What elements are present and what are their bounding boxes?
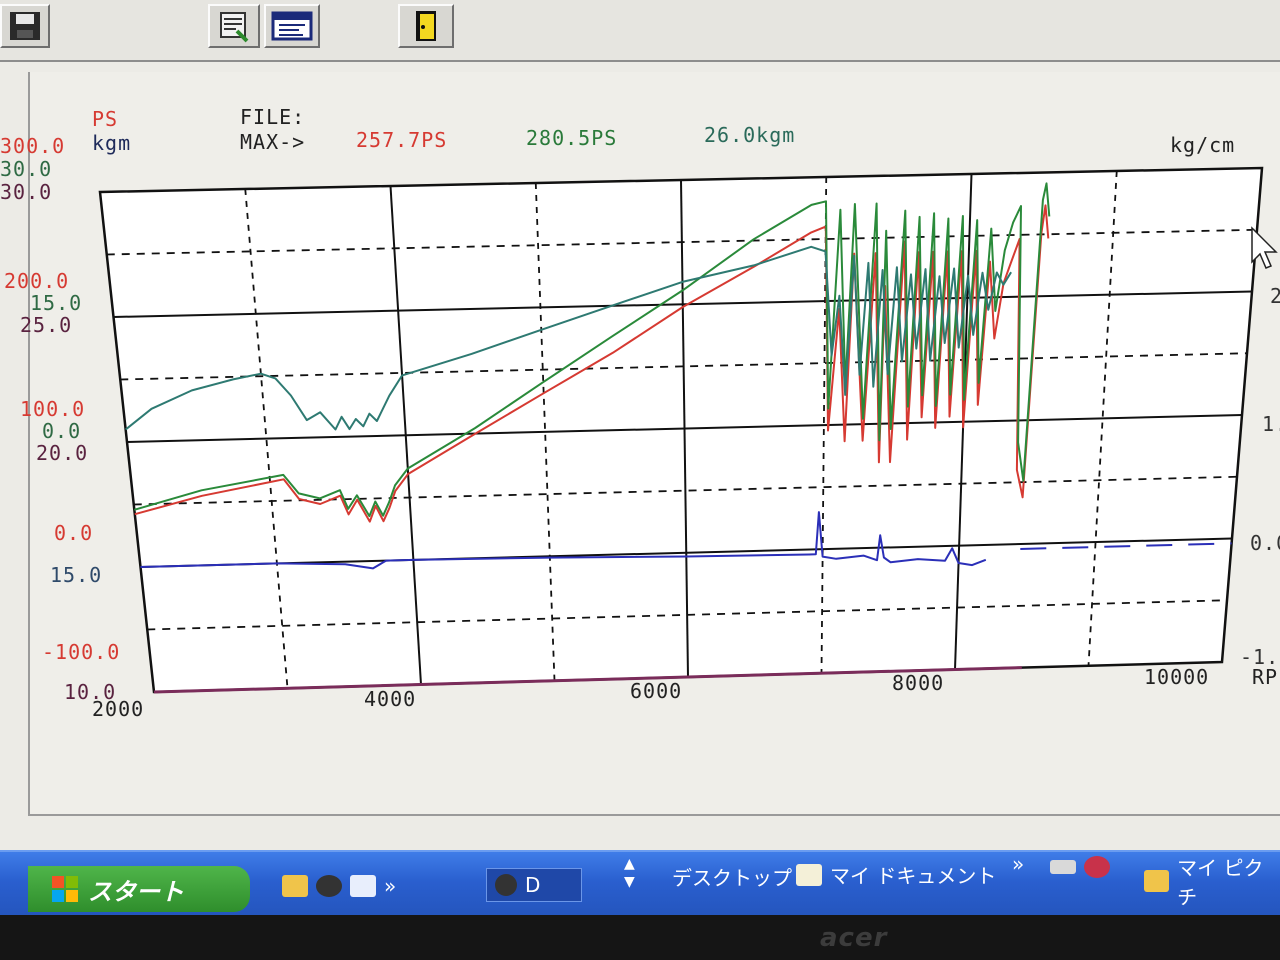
ps-unit-label: PS bbox=[92, 107, 118, 131]
x-tick-label: 6000 bbox=[630, 679, 682, 703]
tray-icons[interactable] bbox=[1050, 856, 1110, 878]
my-pictures-link[interactable]: マイ ピクチ bbox=[1144, 852, 1280, 910]
left-tick: 100.0 bbox=[20, 397, 85, 421]
right-tick: 0.0 bbox=[1250, 531, 1280, 555]
left-tick: 25.0 bbox=[20, 313, 72, 337]
taskbar-app-label: D bbox=[525, 873, 541, 897]
app-wheel-icon[interactable] bbox=[316, 875, 342, 897]
right-tick: 2 bbox=[1270, 284, 1280, 308]
pictures-folder-icon bbox=[1144, 870, 1170, 892]
desktop-link[interactable]: デスクトップ bbox=[672, 862, 792, 891]
my-documents-label: マイ ドキュメント bbox=[830, 864, 997, 888]
left-tick: -100.0 bbox=[42, 640, 120, 664]
max-kgm-value: 26.0kgm bbox=[704, 123, 795, 147]
dyno-app-window: PS kgm FILE: MAX-> 257.7PS 280.5PS 26.0k… bbox=[0, 0, 1280, 915]
windows-logo-icon bbox=[52, 876, 78, 902]
max-label: MAX-> bbox=[240, 130, 305, 154]
left-tick: 300.0 bbox=[0, 134, 65, 158]
chevron-up-icon[interactable]: ▲ bbox=[624, 856, 635, 872]
dyno-app-icon bbox=[495, 874, 517, 896]
toolbar-scroll[interactable]: ▲ ▼ bbox=[624, 856, 635, 890]
my-documents-link[interactable]: マイ ドキュメント bbox=[796, 860, 996, 889]
left-tick: 15.0 bbox=[30, 291, 82, 315]
chevron-down-icon[interactable]: ▼ bbox=[624, 874, 635, 890]
x-unit-label: RP bbox=[1252, 665, 1278, 689]
x-tick-label: 2000 bbox=[92, 697, 144, 721]
left-tick: 0.0 bbox=[42, 419, 81, 443]
kgm-unit-label: kgm bbox=[92, 131, 131, 155]
links-more[interactable]: » bbox=[1012, 852, 1024, 876]
left-tick: 30.0 bbox=[0, 180, 52, 204]
monitor-brand-logo: acer bbox=[820, 923, 888, 953]
left-tick: 15.0 bbox=[50, 563, 102, 587]
my-pictures-label: マイ ピクチ bbox=[1177, 856, 1264, 909]
documents-icon bbox=[796, 863, 822, 886]
keyboard-icon[interactable] bbox=[1050, 860, 1076, 874]
left-tick: 30.0 bbox=[0, 157, 52, 181]
start-button[interactable]: スタート bbox=[28, 866, 250, 912]
x-tick-label: 10000 bbox=[1144, 665, 1209, 689]
file-label: FILE: bbox=[240, 105, 305, 129]
max-ps-red-value: 257.7PS bbox=[356, 128, 447, 152]
left-tick: 0.0 bbox=[54, 521, 93, 545]
left-tick: 20.0 bbox=[36, 441, 88, 465]
grid bbox=[98, 166, 1264, 694]
folder-icon[interactable] bbox=[282, 875, 308, 897]
max-ps-green-value: 280.5PS bbox=[526, 126, 617, 150]
quick-launch-more[interactable]: » bbox=[384, 874, 396, 898]
monitor-bezel bbox=[0, 915, 1280, 960]
browser-icon[interactable] bbox=[350, 875, 376, 897]
quick-launch[interactable]: » bbox=[282, 874, 396, 898]
taskbar: スタート » D ▲ ▼ デスクトップ マイ ドキュメント » マイ ピクチ bbox=[0, 850, 1280, 915]
right-unit-label: kg/cm bbox=[1170, 133, 1235, 157]
taskbar-app-item[interactable]: D bbox=[486, 868, 582, 902]
right-tick: 1. bbox=[1262, 412, 1280, 436]
start-label: スタート bbox=[88, 877, 184, 906]
x-tick-label: 4000 bbox=[364, 687, 416, 711]
x-tick-label: 8000 bbox=[892, 671, 944, 695]
dyno-chart: PS kgm FILE: MAX-> 257.7PS 280.5PS 26.0k… bbox=[0, 105, 1280, 721]
left-tick: 200.0 bbox=[4, 269, 69, 293]
network-icon[interactable] bbox=[1084, 856, 1110, 878]
